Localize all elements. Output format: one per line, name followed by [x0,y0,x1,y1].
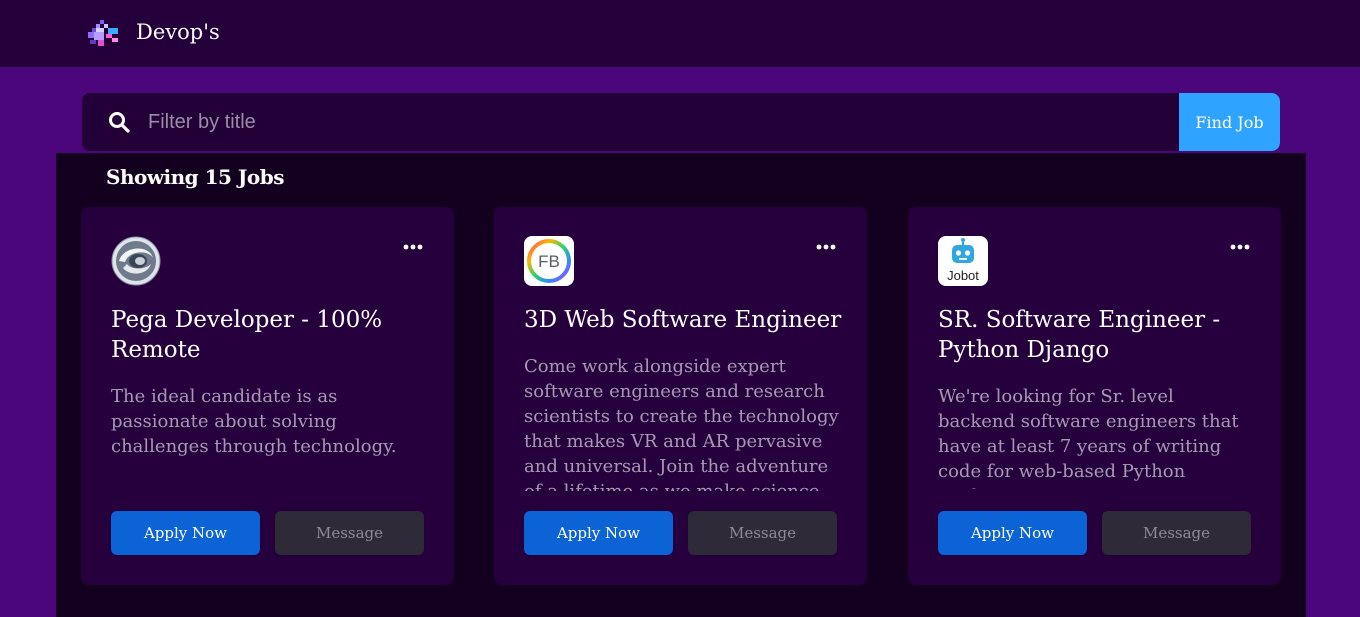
job-description: We're looking for Sr. level backend soft… [938,386,1239,489]
job-title[interactable]: Pega Developer - 100% Remote [111,305,431,365]
job-title[interactable]: SR. Software Engineer - Python Django [938,305,1258,365]
pixel-art-logo-icon[interactable] [86,18,122,48]
more-options-icon[interactable] [816,243,836,251]
job-description: The ideal candidate is as passionate abo… [111,386,397,457]
fb-logo-icon: FB [524,236,574,286]
swirl-sphere-logo-icon [111,236,161,286]
apply-now-button[interactable]: Apply Now [524,511,673,555]
search-input[interactable] [148,93,1168,151]
search-icon [109,112,130,133]
message-button[interactable]: Message [1102,511,1251,555]
svg-text:FB: FB [538,252,560,271]
search-bar: Find Job [82,93,1280,151]
job-title[interactable]: 3D Web Software Engineer [524,305,844,335]
job-card[interactable]: Pega Developer - 100% Remote The ideal c… [81,207,454,585]
svg-text:Jobot: Jobot [947,268,979,283]
brand-name[interactable]: Devop's [136,18,220,46]
job-card[interactable]: FB 3D Web Software Engineer Come work al… [494,207,867,585]
top-navbar: Devop's [0,0,1360,67]
apply-now-button[interactable]: Apply Now [938,511,1087,555]
job-card[interactable]: Jobot SR. Software Engineer - Python Dja… [908,207,1281,585]
job-description: Come work alongside expert software engi… [524,356,839,491]
apply-now-button[interactable]: Apply Now [111,511,260,555]
results-count: Showing 15 Jobs [106,165,284,189]
message-button[interactable]: Message [275,511,424,555]
more-options-icon[interactable] [403,243,423,251]
more-options-icon[interactable] [1230,243,1250,251]
message-button[interactable]: Message [688,511,837,555]
find-job-button[interactable]: Find Job [1179,93,1280,151]
jobot-robot-logo-icon: Jobot [938,236,988,286]
